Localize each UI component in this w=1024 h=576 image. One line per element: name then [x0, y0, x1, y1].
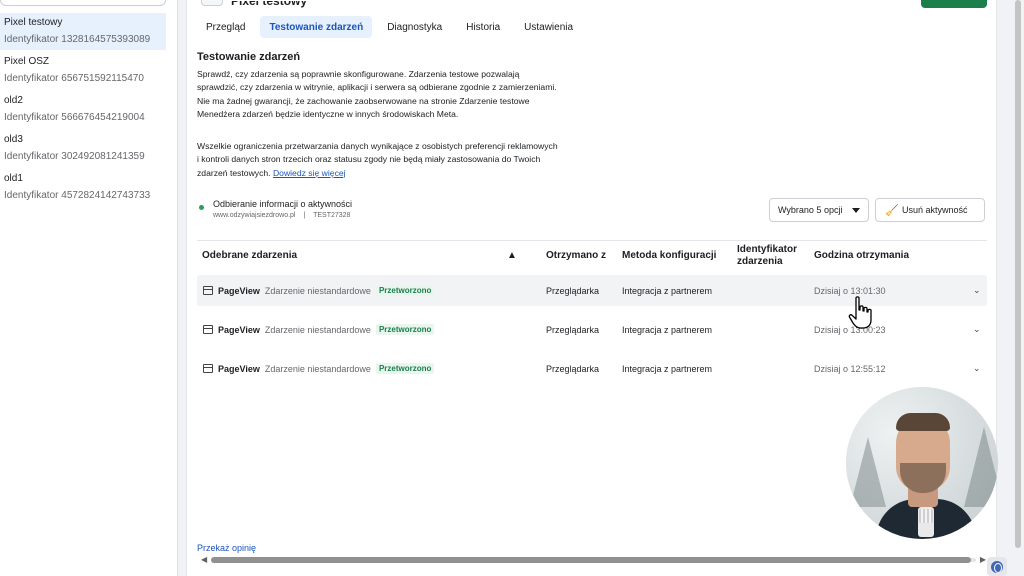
- pixel-id: Identyfikator 566676454219004: [4, 112, 145, 123]
- clear-activity-button[interactable]: 🧹 Usuń aktywność: [875, 198, 985, 222]
- warning-icon: ▲: [507, 250, 517, 261]
- webcam-overlay: [846, 387, 998, 539]
- description-line: i kontroli danych stron trzecich oraz st…: [197, 154, 541, 165]
- tree-shape: [850, 437, 886, 507]
- clear-label: Usuń aktywność: [902, 205, 968, 215]
- scroll-right-arrow-icon[interactable]: ▶: [980, 555, 986, 564]
- microphone-icon: [918, 507, 934, 537]
- broom-icon: 🧹: [885, 205, 899, 217]
- vertical-scrollbar-thumb[interactable]: [1015, 0, 1021, 548]
- pixel-name: Pixel OSZ: [4, 56, 50, 67]
- event-method: Integracja z partnerem: [622, 363, 713, 374]
- event-info: PageView Zdarzenie niestandardowe Przetw…: [218, 314, 435, 345]
- header-source[interactable]: Otrzymano z: [546, 241, 606, 271]
- pixel-search-input[interactable]: [0, 0, 166, 6]
- event-name: PageView: [218, 285, 260, 296]
- activity-test-code: TEST27328: [313, 212, 351, 219]
- event-info: PageView Zdarzenie niestandardowe Przetw…: [218, 275, 435, 306]
- activity-title: Odbieranie informacji o aktywności: [213, 199, 353, 209]
- status-badge: Przetworzono: [375, 363, 435, 374]
- event-time: Dzisiaj o 12:55:12: [814, 363, 886, 374]
- event-name: PageView: [218, 324, 260, 335]
- caret-down-icon: [852, 208, 860, 213]
- pixel-item-testowy[interactable]: Pixel testowy Identyfikator 132816457539…: [0, 13, 166, 50]
- event-method: Integracja z partnerem: [622, 285, 713, 296]
- header-received-events[interactable]: Odebrane zdarzenia: [202, 241, 297, 271]
- header-received-time[interactable]: Godzina otrzymania: [814, 241, 909, 271]
- privacy-description: Wszelkie ograniczenia przetwarzania dany…: [197, 140, 597, 180]
- pixel-name: old2: [4, 95, 23, 106]
- page-title: Pixel testowy: [231, 0, 308, 8]
- event-type: Zdarzenie niestandardowe: [264, 324, 371, 335]
- event-icon: [203, 314, 213, 345]
- pixel-item-old3[interactable]: old3 Identyfikator 302492081241359: [0, 130, 166, 167]
- pixel-name: Pixel testowy: [4, 17, 63, 28]
- scrollbar-thumb[interactable]: [211, 557, 971, 563]
- tab-history[interactable]: Historia: [457, 16, 509, 38]
- event-name: PageView: [218, 363, 260, 374]
- pixel-item-old1[interactable]: old1 Identyfikator 4572824142743733: [0, 169, 166, 206]
- learn-more-link[interactable]: Dowiedz się więcej: [273, 168, 346, 178]
- event-icon: [203, 353, 213, 384]
- pixel-name: old1: [4, 173, 23, 184]
- chevron-down-icon[interactable]: ⌄: [973, 353, 981, 384]
- event-info: PageView Zdarzenie niestandardowe Przetw…: [218, 353, 435, 384]
- activity-site: www.odzywiajsiezdrowo.pl: [213, 212, 296, 219]
- pixel-id: Identyfikator 4572824142743733: [4, 190, 151, 201]
- tree-shape: [964, 427, 998, 507]
- pixel-item-old2[interactable]: old2 Identyfikator 566676454219004: [0, 91, 166, 128]
- presenter-hair: [896, 413, 950, 431]
- pixel-name: old3: [4, 134, 23, 145]
- pixel-id: Identyfikator 302492081241359: [4, 151, 145, 162]
- scroll-left-arrow-icon[interactable]: ◀: [201, 555, 207, 564]
- header-event-id-line1: Identyfikator: [737, 244, 798, 255]
- events-table-header: Odebrane zdarzenia ▲ Otrzymano z Metoda …: [197, 240, 987, 270]
- tab-settings[interactable]: Ustawienia: [515, 16, 582, 38]
- language-globe-button[interactable]: [987, 557, 1007, 576]
- description-text: zdarzeń testowych.: [197, 167, 271, 178]
- tab-test-events[interactable]: Testowanie zdarzeń: [260, 16, 373, 38]
- back-button[interactable]: [201, 0, 223, 6]
- event-method: Integracja z partnerem: [622, 324, 713, 335]
- filter-label: Wybrano 5 opcji: [778, 205, 843, 215]
- horizontal-scrollbar[interactable]: ◀ ▶: [201, 555, 986, 564]
- pixel-id: Identyfikator 656751592115470: [4, 73, 144, 84]
- section-title: Testowanie zdarzeń: [197, 51, 301, 63]
- event-row[interactable]: PageView Zdarzenie niestandardowe Przetw…: [197, 353, 987, 384]
- primary-action-button[interactable]: [921, 0, 987, 8]
- tab-overview[interactable]: Przegląd: [197, 16, 254, 38]
- event-filter-dropdown[interactable]: Wybrano 5 opcji: [769, 198, 869, 222]
- event-source: Przeglądarka: [546, 363, 600, 374]
- header-config-method[interactable]: Metoda konfiguracji: [622, 241, 716, 271]
- hand-cursor-icon: [848, 296, 872, 329]
- chevron-down-icon[interactable]: ⌄: [973, 275, 981, 306]
- status-badge: Przetworzono: [375, 285, 435, 296]
- description-line: Nie ma żadnej gwarancji, że zachowanie z…: [197, 95, 530, 106]
- pixel-item-osz[interactable]: Pixel OSZ Identyfikator 656751592115470: [0, 52, 166, 89]
- header-event-id-line2: zdarzenia: [737, 256, 783, 267]
- activity-separator: |: [303, 212, 306, 219]
- pixel-sidebar: Pixel testowy Identyfikator 132816457539…: [0, 0, 178, 576]
- feedback-link[interactable]: Przekaż opinię: [197, 543, 256, 553]
- event-icon: [203, 275, 213, 306]
- activity-details: www.odzywiajsiezdrowo.pl | TEST27328: [213, 212, 356, 219]
- tab-bar: Przegląd Testowanie zdarzeń Diagnostyka …: [197, 16, 582, 40]
- status-dot-icon: [199, 205, 204, 210]
- event-type: Zdarzenie niestandardowe: [264, 285, 371, 296]
- chevron-down-icon[interactable]: ⌄: [973, 314, 981, 345]
- event-source: Przeglądarka: [546, 285, 600, 296]
- description-line: Sprawdź, czy zdarzenia są poprawnie skon…: [197, 69, 520, 79]
- event-source: Przeglądarka: [546, 324, 600, 335]
- description-line: sprawdzić, czy zdarzenia w witrynie, apl…: [197, 82, 557, 93]
- event-type: Zdarzenie niestandardowe: [264, 363, 371, 374]
- tab-diagnostics[interactable]: Diagnostyka: [378, 16, 451, 38]
- header-event-id[interactable]: Identyfikator zdarzenia: [737, 241, 797, 271]
- status-badge: Przetworzono: [375, 324, 435, 335]
- section-description: Sprawdź, czy zdarzenia są poprawnie skon…: [197, 68, 597, 121]
- description-line: Menedżera zdarzeń będzie identyczne w in…: [197, 108, 459, 119]
- description-line: Wszelkie ograniczenia przetwarzania dany…: [197, 141, 558, 151]
- globe-icon: [991, 560, 1003, 573]
- pixel-id: Identyfikator 1328164575393089: [4, 34, 151, 45]
- description-line: zdarzeń testowych. Dowiedz się więcej: [197, 167, 597, 180]
